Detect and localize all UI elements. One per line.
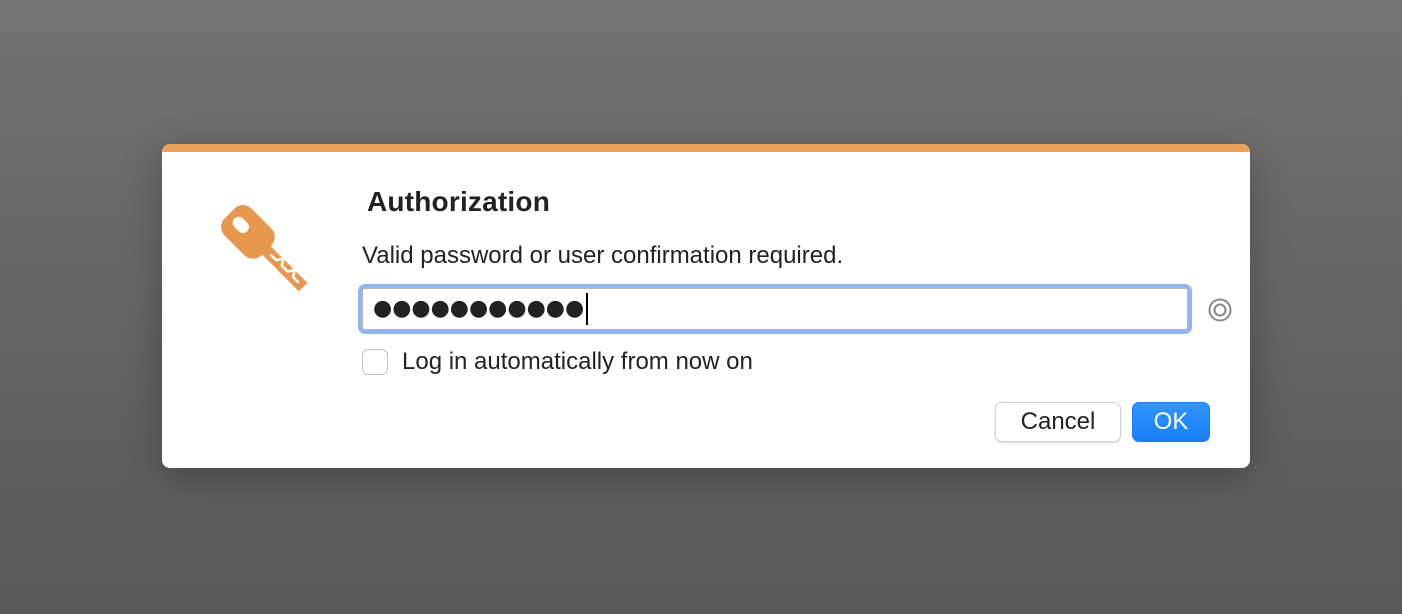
text-caret [586, 293, 589, 325]
eye-reveal-icon[interactable] [1207, 297, 1233, 323]
authorization-dialog: Authorization Valid password or user con… [162, 144, 1250, 468]
cancel-button[interactable]: Cancel [995, 402, 1121, 442]
auto-login-option[interactable]: Log in automatically from now on [362, 348, 753, 376]
dialog-message: Valid password or user confirmation requ… [362, 242, 844, 269]
dialog-accent-bar [162, 144, 1250, 152]
password-field[interactable]: ●●●●●●●●●●● [362, 288, 1188, 330]
ok-button[interactable]: OK [1132, 402, 1210, 442]
password-masked-value: ●●●●●●●●●●● [373, 296, 585, 321]
dialog-title: Authorization [367, 186, 551, 217]
auto-login-checkbox[interactable] [362, 349, 388, 375]
key-icon [212, 196, 322, 306]
auto-login-label: Log in automatically from now on [402, 348, 753, 375]
